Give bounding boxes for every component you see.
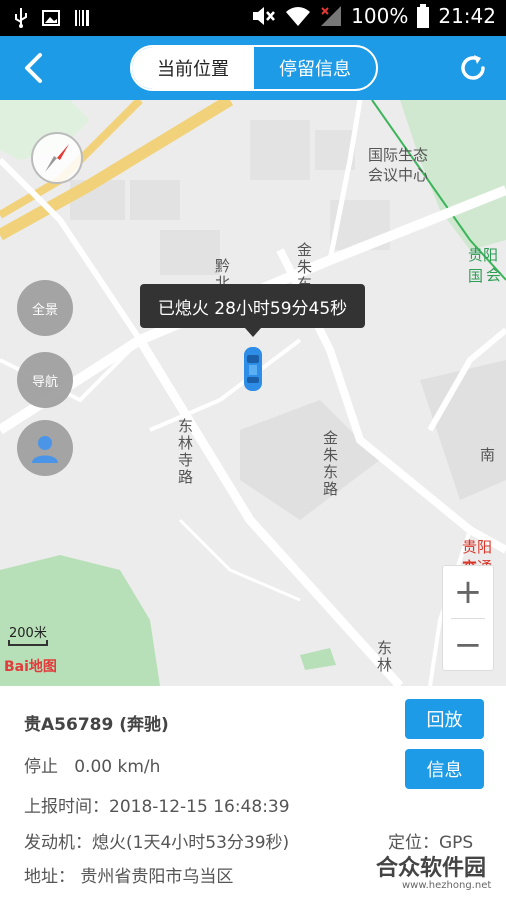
map-poi-label: 国际生态 [368, 146, 429, 164]
status-bar: 100% 21:42 [0, 0, 506, 36]
watermark-title: 合众软件园 [376, 856, 487, 881]
overview-button[interactable]: 全景 [17, 280, 73, 336]
compass-icon[interactable] [31, 132, 83, 184]
map-scale-bar [8, 640, 48, 646]
image-icon [42, 10, 60, 26]
zoom-out-button[interactable]: − [443, 619, 493, 671]
compass-needle [45, 144, 69, 172]
map-poi-label: 会议中心 [368, 166, 429, 184]
vehicle-plate: 贵A56789 (奔驰) [24, 715, 169, 735]
tab-switcher: 当前位置 停留信息 [130, 45, 378, 91]
back-button[interactable] [18, 50, 52, 86]
map-poi-label: 会 [486, 266, 502, 284]
map-road-label: 东林寺路 [176, 418, 194, 486]
refresh-icon [461, 55, 485, 80]
tab-stay-info[interactable]: 停留信息 [254, 47, 376, 89]
zoom-control: + − [442, 565, 494, 671]
map-road-label: 金朱东路 [321, 430, 339, 498]
car-marker-icon[interactable] [243, 345, 263, 393]
vehicle-info-panel: 贵A56789 (奔驰) 停止 0.00 km/h 上报时间：2018-12-1… [0, 686, 506, 900]
battery-icon [417, 4, 430, 28]
battery-percent: 100% [351, 4, 409, 28]
watermark: 合众软件园 www.hezhong.net [376, 850, 506, 898]
signal-icon [321, 6, 342, 26]
tab-current-location[interactable]: 当前位置 [132, 47, 254, 89]
vehicle-status-tooltip: 已熄火 28小时59分45秒 [140, 284, 365, 337]
car-icon [244, 347, 262, 391]
replay-button[interactable]: 回放 [405, 699, 484, 739]
header-bar: 当前位置 停留信息 [0, 36, 506, 100]
person-icon [32, 436, 58, 463]
mute-icon [253, 7, 276, 25]
vehicle-status: 停止 [24, 757, 58, 777]
clock: 21:42 [438, 4, 496, 28]
watermark-url: www.hezhong.net [402, 880, 492, 891]
refresh-button[interactable] [456, 51, 490, 85]
usb-icon [15, 8, 27, 28]
engine-status: 发动机：熄火(1天4小时53分39秒) [24, 833, 290, 853]
map-scale-label: 200米 [9, 626, 47, 641]
info-button[interactable]: 信息 [405, 749, 484, 789]
user-location-button[interactable] [17, 420, 73, 476]
map-road-label: 南 [480, 446, 496, 464]
zoom-in-button[interactable]: + [443, 566, 493, 618]
report-time: 上报时间：2018-12-15 16:48:39 [24, 797, 290, 817]
map-road-label: 东林 [375, 640, 393, 674]
vehicle-status-line: 停止 0.00 km/h [24, 752, 160, 777]
vehicle-speed: 0.00 km/h [74, 757, 161, 777]
navigate-button[interactable]: 导航 [17, 352, 73, 408]
baidu-logo: Bai地图 [4, 659, 57, 675]
barcode-icon [75, 10, 89, 26]
chevron-left-icon [25, 53, 42, 83]
map-view[interactable]: 国际生态 会议中心 贵阳国 会 贵阳市 交通管 南 金朱东路 东林寺路 金朱东路… [0, 100, 506, 686]
wifi-icon [286, 7, 311, 26]
address: 地址： 贵州省贵阳市乌当区 [24, 867, 234, 887]
